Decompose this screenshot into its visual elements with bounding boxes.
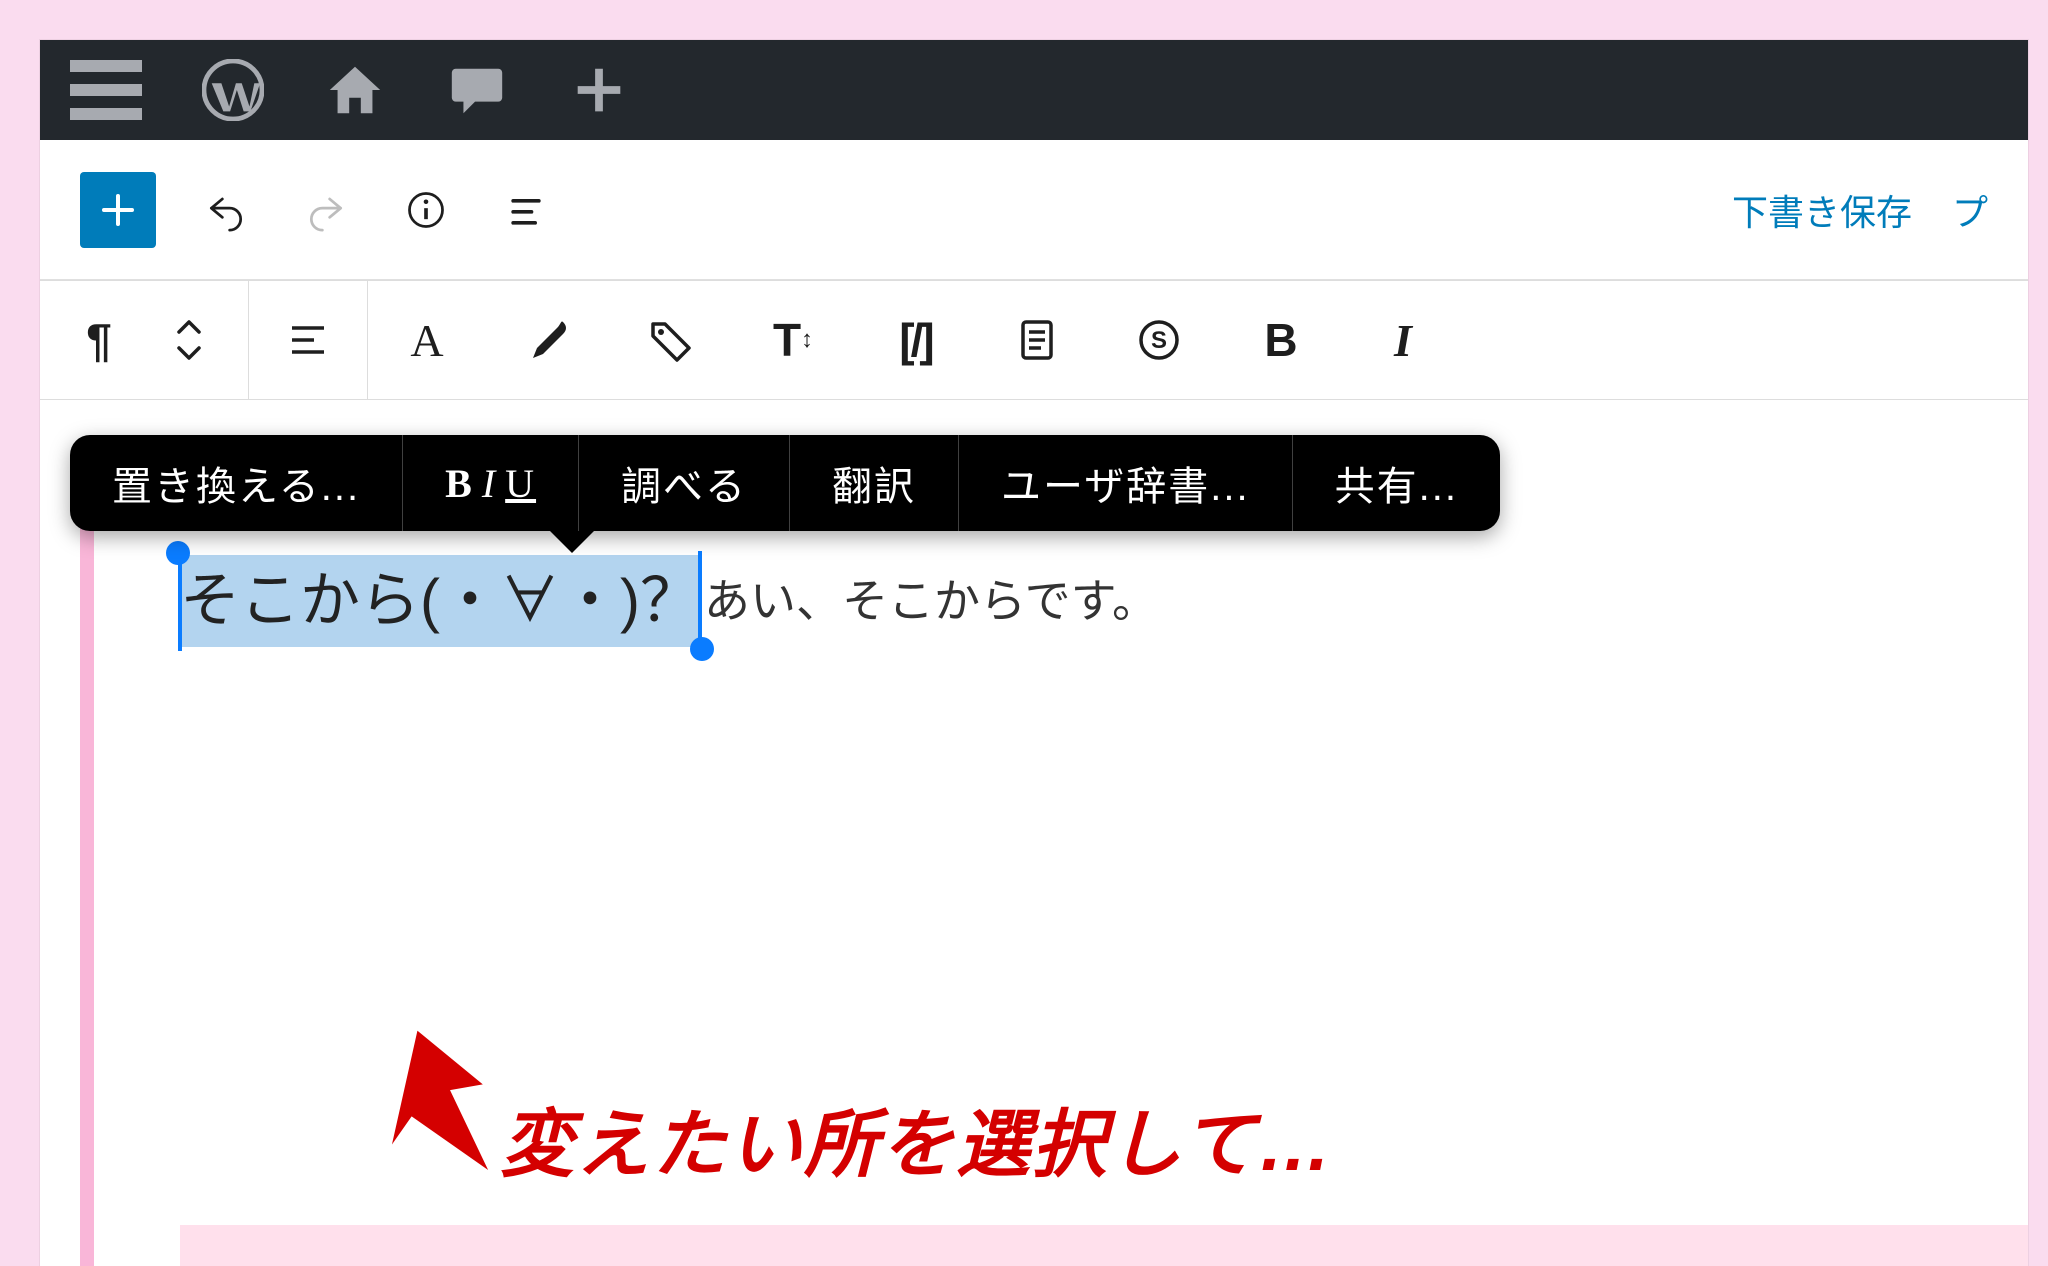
add-icon[interactable] <box>568 59 630 121</box>
align-icon[interactable] <box>277 309 339 371</box>
info-button[interactable] <box>396 180 456 240</box>
wordpress-icon[interactable] <box>202 59 264 121</box>
highlight-brush-icon[interactable] <box>518 309 580 371</box>
ctx-translate[interactable]: 翻訳 <box>790 435 959 531</box>
ctx-user-dict[interactable]: ユーザ辞書... <box>959 435 1293 531</box>
ctx-share[interactable]: 共有... <box>1293 435 1500 531</box>
ctx-replace[interactable]: 置き換える... <box>70 435 403 531</box>
text-color-icon[interactable]: A <box>396 309 458 371</box>
lower-pink-block <box>180 1225 2028 1266</box>
preview-link-truncated[interactable]: プ <box>1952 184 1988 236</box>
undo-button[interactable] <box>196 180 256 240</box>
page-icon[interactable] <box>1006 309 1068 371</box>
left-accent-bar <box>80 515 94 1266</box>
shortcode-icon[interactable]: [/] <box>884 309 946 371</box>
editor-top-toolbar: 下書き保存 プ <box>40 140 2028 280</box>
admin-bar <box>40 40 2028 140</box>
block-format-toolbar: ¶ A T↕ [/] <box>40 280 2028 400</box>
arrow-icon <box>370 1025 500 1185</box>
paragraph-block[interactable]: そこから(・∀・)？ あい、そこからです。 <box>180 555 1158 647</box>
context-menu-caret <box>550 531 594 553</box>
annotation-text: 変えたい所を選択して… <box>500 1085 1334 1192</box>
comments-icon[interactable] <box>446 59 508 121</box>
svg-text:S: S <box>1151 327 1167 354</box>
tag-icon[interactable] <box>640 309 702 371</box>
save-draft-link[interactable]: 下書き保存 <box>1732 184 1912 236</box>
currency-icon[interactable]: S <box>1128 309 1190 371</box>
text-size-icon[interactable]: T↕ <box>762 309 824 371</box>
menu-icon[interactable] <box>70 60 142 120</box>
outline-button[interactable] <box>496 180 556 240</box>
move-updown-icon[interactable] <box>158 309 220 371</box>
redo-button[interactable] <box>296 180 356 240</box>
ctx-lookup[interactable]: 調べる <box>579 435 790 531</box>
ctx-format-biu[interactable]: BIU <box>403 435 579 531</box>
annotation: 変えたい所を選択して… <box>370 1025 1334 1192</box>
selected-text[interactable]: そこから(・∀・)？ <box>180 555 700 647</box>
home-icon[interactable] <box>324 59 386 121</box>
selection-handle-end[interactable] <box>690 637 714 661</box>
selection-context-menu: 置き換える... BIU 調べる 翻訳 ユーザ辞書... 共有... <box>70 435 1500 553</box>
bold-icon[interactable]: B <box>1250 309 1312 371</box>
paragraph-rest[interactable]: あい、そこからです。 <box>704 569 1158 633</box>
add-block-button[interactable] <box>80 172 156 248</box>
paragraph-icon[interactable]: ¶ <box>68 309 130 371</box>
italic-icon[interactable]: I <box>1372 309 1434 371</box>
editor-content: そこから(・∀・)？ あい、そこからです。 変えたい所を選択して… <box>80 455 2028 1266</box>
